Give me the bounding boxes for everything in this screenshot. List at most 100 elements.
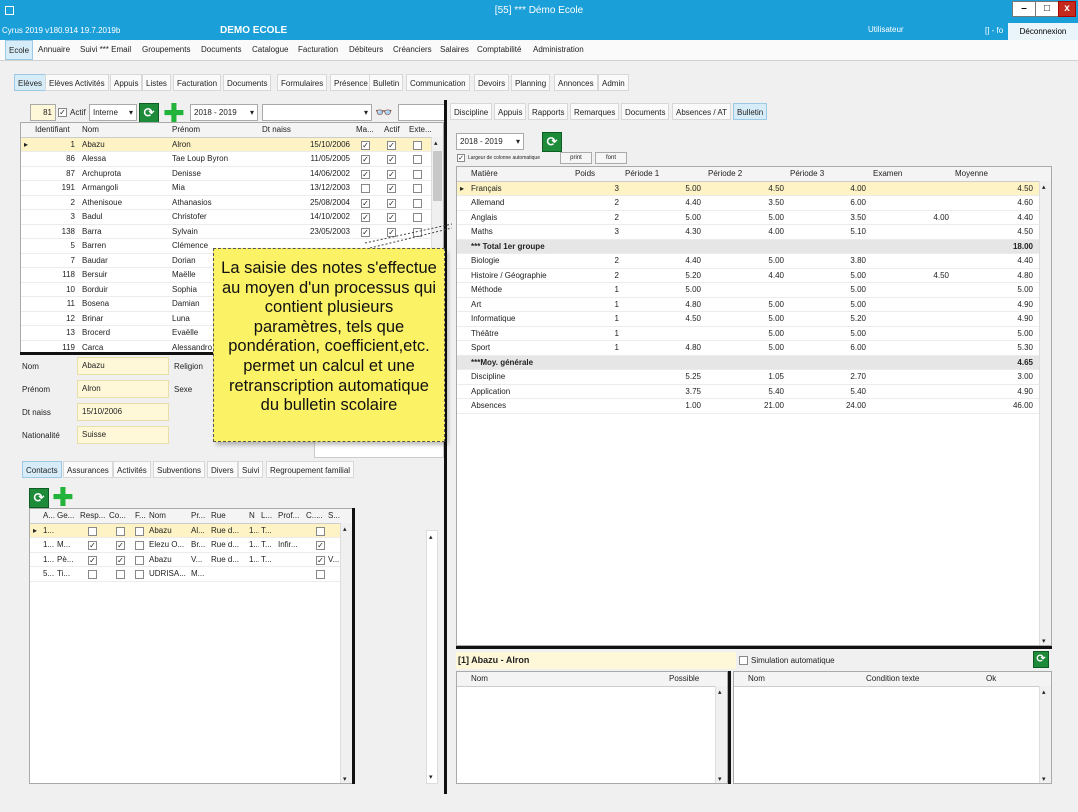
c-checkbox[interactable] xyxy=(316,526,325,536)
menu-salaires[interactable]: Salaires xyxy=(437,40,472,60)
col-co[interactable]: Co... xyxy=(107,509,128,523)
co-checkbox[interactable]: ✓ xyxy=(116,555,125,565)
col-periode3[interactable]: Période 3 xyxy=(788,167,826,181)
add-contact-button[interactable]: ✚ xyxy=(52,484,74,510)
actif-checkbox[interactable]: ✓ xyxy=(387,184,396,193)
tab-suivi[interactable]: Suivi xyxy=(238,461,264,478)
chevron-down-icon[interactable]: ▾ xyxy=(1042,637,1046,645)
ma-checkbox[interactable]: ✓ xyxy=(361,198,370,208)
tab-activites[interactable]: Activités xyxy=(113,461,151,478)
menu-ecole[interactable]: Ecole xyxy=(5,40,34,60)
ma-checkbox[interactable] xyxy=(361,184,370,193)
col-cond-nom[interactable]: Nom xyxy=(469,672,490,686)
table-row[interactable]: 1...Pè...✓✓AbazuV...Rue d...1...T...✓V..… xyxy=(30,553,352,567)
tab-subventions[interactable]: Subventions xyxy=(153,461,206,478)
table-row[interactable]: Informatique 1 4.50 5.00 5.20 4.90 xyxy=(457,312,1051,327)
c-checkbox[interactable] xyxy=(316,570,325,579)
table-row[interactable]: Absences 1.00 21.00 24.00 46.00 xyxy=(457,399,1051,414)
col-f[interactable]: F... xyxy=(133,509,148,523)
tab-formulaires[interactable]: Formulaires xyxy=(277,74,328,91)
table-row[interactable]: 86 Alessa Tae Loup Byron 11/05/2005 ✓ ✓ xyxy=(21,152,443,167)
tab-contacts[interactable]: Contacts xyxy=(22,461,62,478)
co-checkbox[interactable] xyxy=(116,570,125,579)
f-checkbox[interactable] xyxy=(135,541,144,550)
col-rue[interactable]: Rue xyxy=(209,509,228,523)
col-possible[interactable]: Possible xyxy=(667,672,701,686)
table-row[interactable]: Maths 3 4.30 4.00 5.10 4.50 xyxy=(457,225,1051,240)
col-prenom[interactable]: Prénom xyxy=(170,123,202,137)
tab-presence[interactable]: Présence xyxy=(330,74,372,91)
menu-administration[interactable]: Administration xyxy=(530,40,587,60)
ext-checkbox[interactable] xyxy=(413,169,422,179)
ext-checkbox[interactable] xyxy=(413,184,422,193)
tab-absences[interactable]: Absences / AT xyxy=(672,103,731,120)
tab-facturation[interactable]: Facturation xyxy=(173,74,222,91)
tab-rapports[interactable]: Rapports xyxy=(528,103,569,120)
add-student-button[interactable]: ✚ xyxy=(163,100,185,126)
col-actif[interactable]: Actif xyxy=(382,123,402,137)
menu-catalogue[interactable]: Catalogue xyxy=(249,40,291,60)
close-button[interactable]: x xyxy=(1058,1,1076,17)
logout-button[interactable]: Déconnexion xyxy=(1008,23,1078,41)
ma-checkbox[interactable]: ✓ xyxy=(361,169,370,179)
font-button[interactable]: font xyxy=(595,152,627,164)
tab-documents[interactable]: Documents xyxy=(223,74,272,91)
co-checkbox[interactable]: ✓ xyxy=(116,541,125,550)
resp-checkbox[interactable] xyxy=(88,526,97,536)
chevron-down-icon[interactable]: ▾ xyxy=(429,773,433,781)
table-row[interactable]: Sport 1 4.80 5.00 6.00 5.30 xyxy=(457,341,1051,356)
col-nom[interactable]: Nom xyxy=(80,123,101,137)
tab-annonces[interactable]: Annonces xyxy=(554,74,598,91)
resp-checkbox[interactable]: ✓ xyxy=(88,555,97,565)
col-ok[interactable]: Ok xyxy=(984,672,998,686)
col-pr[interactable]: Pr... xyxy=(189,509,207,523)
menu-facturation[interactable]: Facturation xyxy=(295,40,341,60)
tab-assurances[interactable]: Assurances xyxy=(63,461,113,478)
ma-checkbox[interactable]: ✓ xyxy=(361,140,370,150)
table-row[interactable]: Méthode 1 5.00 5.00 5.00 xyxy=(457,283,1051,298)
tab-devoirs[interactable]: Devoirs xyxy=(474,74,510,91)
table-row[interactable]: ▸1...AbazuAl...Rue d...1...T... xyxy=(30,523,352,538)
scroll-thumb[interactable] xyxy=(433,151,442,201)
table-row[interactable]: ▸ Français 3 5.00 4.50 4.00 4.50 xyxy=(457,181,1051,196)
actif-checkbox[interactable]: ✓ xyxy=(58,108,67,117)
col-l[interactable]: L... xyxy=(259,509,274,523)
col-cond2-nom[interactable]: Nom xyxy=(746,672,767,686)
tab-admin[interactable]: Admin xyxy=(598,74,629,91)
table-row[interactable]: Application 3.75 5.40 5.40 4.90 xyxy=(457,385,1051,399)
col-examen[interactable]: Examen xyxy=(871,167,904,181)
col-moyenne[interactable]: Moyenne xyxy=(953,167,990,181)
nom-field[interactable]: Abazu xyxy=(77,357,169,375)
type-select[interactable]: Interne ▾ xyxy=(89,104,137,121)
menu-annuaire[interactable]: Annuaire xyxy=(35,40,73,60)
chevron-up-icon[interactable]: ▴ xyxy=(343,525,347,533)
col-ext[interactable]: Exte... xyxy=(407,123,434,137)
col-s[interactable]: S... xyxy=(326,509,342,523)
table-row[interactable]: Allemand 2 4.40 3.50 6.00 4.60 xyxy=(457,196,1051,211)
col-dtnaiss[interactable]: Dt naiss xyxy=(260,123,293,137)
table-row[interactable]: ***Moy. générale 4.65 xyxy=(457,355,1051,370)
col-prof[interactable]: Prof... xyxy=(276,509,301,523)
chevron-down-icon[interactable]: ▾ xyxy=(343,775,347,783)
col-identifiant[interactable]: Identifiant xyxy=(33,123,72,137)
table-row[interactable]: ▸ 1 Abazu Alron 15/10/2006 ✓ ✓ xyxy=(21,137,443,152)
actif-checkbox[interactable]: ✓ xyxy=(387,155,396,164)
ext-checkbox[interactable] xyxy=(413,198,422,208)
tab-listes[interactable]: Listes xyxy=(142,74,171,91)
col-ge[interactable]: Ge... xyxy=(55,509,76,523)
col-periode1[interactable]: Période 1 xyxy=(623,167,661,181)
table-row[interactable]: *** Total 1er groupe 18.00 xyxy=(457,239,1051,254)
search-input[interactable] xyxy=(398,104,446,121)
menu-comptabilite[interactable]: Comptabilité xyxy=(474,40,524,60)
chevron-up-icon[interactable]: ▴ xyxy=(1042,183,1046,191)
bulletin-scrollbar[interactable]: ▴ ▾ xyxy=(1039,181,1051,645)
tab-right-bulletin[interactable]: Bulletin xyxy=(733,103,768,120)
table-row[interactable]: Théâtre 1 5.00 5.00 5.00 xyxy=(457,327,1051,341)
bulletin-year-select[interactable]: 2018 - 2019 ▾ xyxy=(456,133,524,150)
refresh-icon[interactable]: ⟳ xyxy=(139,103,159,123)
f-checkbox[interactable] xyxy=(135,570,144,579)
bulletin-refresh-icon[interactable]: ⟳ xyxy=(542,132,562,152)
table-row[interactable]: 87 Archuprota Denisse 14/06/2002 ✓ ✓ xyxy=(21,167,443,181)
f-checkbox[interactable] xyxy=(135,526,144,536)
f-checkbox[interactable] xyxy=(135,555,144,565)
